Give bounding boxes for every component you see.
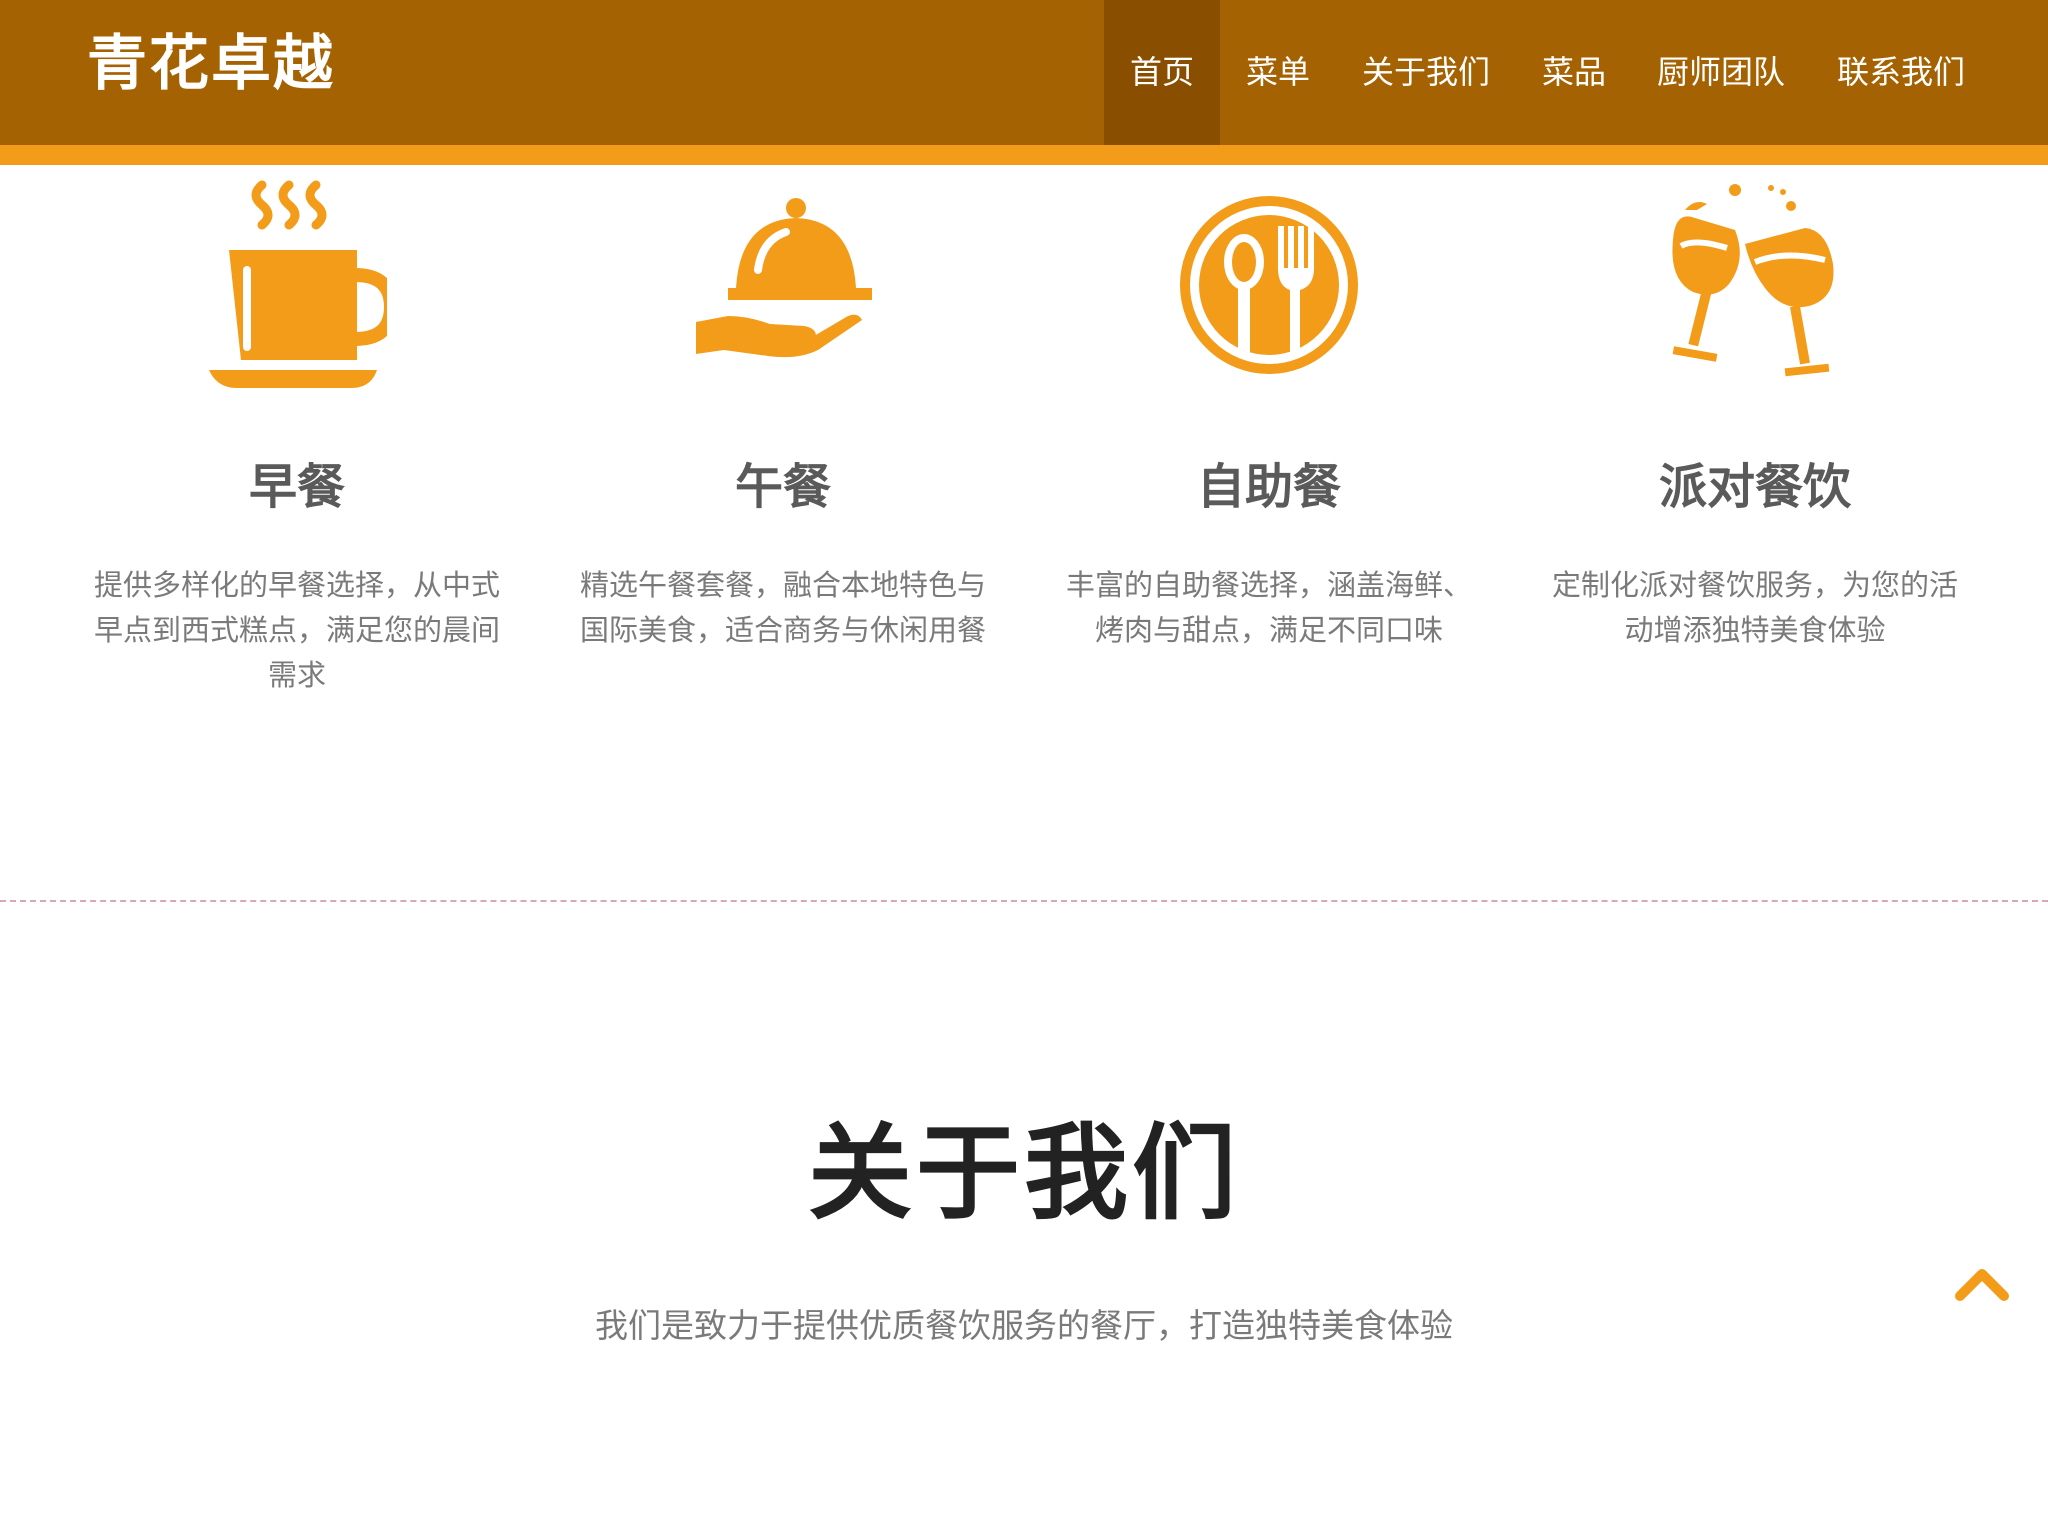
main-nav: 首页 菜单 关于我们 菜品 厨师团队 联系我们 <box>1104 0 2048 145</box>
spoon-fork-plate-icon <box>1026 165 1512 405</box>
feature-party: 派对餐饮 定制化派对餐饮服务，为您的活动增添独特美食体验 <box>1512 165 1998 647</box>
feature-breakfast: 早餐 提供多样化的早餐选择，从中式早点到西式糕点，满足您的晨间需求 <box>54 165 540 692</box>
about-desc: 我们是致力于提供优质餐饮服务的餐厅，打造独特美食体验 <box>595 1306 1453 1345</box>
wine-toast-icon <box>1512 165 1998 405</box>
feature-desc: 丰富的自助餐选择，涵盖海鲜、烤肉与甜点，满足不同口味 <box>1065 568 1472 647</box>
nav-item-chefs[interactable]: 厨师团队 <box>1632 0 1810 145</box>
feature-lunch: 午餐 精选午餐套餐，融合本地特色与国际美食，适合商务与休闲用餐 <box>540 165 1026 647</box>
header-accent-stripe <box>0 145 2048 165</box>
nav-item-home[interactable]: 首页 <box>1104 0 1220 145</box>
site-header: 青花卓越 首页 菜单 关于我们 菜品 厨师团队 联系我们 <box>0 0 2048 145</box>
feature-desc: 精选午餐套餐，融合本地特色与国际美食，适合商务与休闲用餐 <box>579 568 986 647</box>
section-divider <box>0 900 2048 902</box>
site-logo[interactable]: 青花卓越 <box>87 24 335 104</box>
about-title: 关于我们 <box>807 1112 1240 1234</box>
feature-desc: 定制化派对餐饮服务，为您的活动增添独特美食体验 <box>1551 568 1958 647</box>
nav-item-about[interactable]: 关于我们 <box>1336 0 1516 145</box>
nav-item-menu[interactable]: 菜单 <box>1220 0 1336 145</box>
cloche-serving-icon <box>540 165 1026 405</box>
feature-desc: 提供多样化的早餐选择，从中式早点到西式糕点，满足您的晨间需求 <box>93 568 500 692</box>
feature-title: 自助餐 <box>1196 459 1341 515</box>
nav-item-contact[interactable]: 联系我们 <box>1810 0 1992 145</box>
feature-title: 午餐 <box>734 459 831 515</box>
feature-buffet: 自助餐 丰富的自助餐选择，涵盖海鲜、烤肉与甜点，满足不同口味 <box>1026 165 1512 647</box>
back-to-top-button[interactable] <box>1952 1264 2012 1304</box>
feature-title: 早餐 <box>248 459 345 515</box>
feature-title: 派对餐饮 <box>1658 459 1851 515</box>
page: 青花卓越 首页 菜单 关于我们 菜品 厨师团队 联系我们 早餐 提供多样化的早餐… <box>0 0 2048 1536</box>
coffee-cup-icon <box>54 165 540 405</box>
chevron-up-icon <box>1955 1269 2009 1301</box>
nav-item-dishes[interactable]: 菜品 <box>1516 0 1632 145</box>
